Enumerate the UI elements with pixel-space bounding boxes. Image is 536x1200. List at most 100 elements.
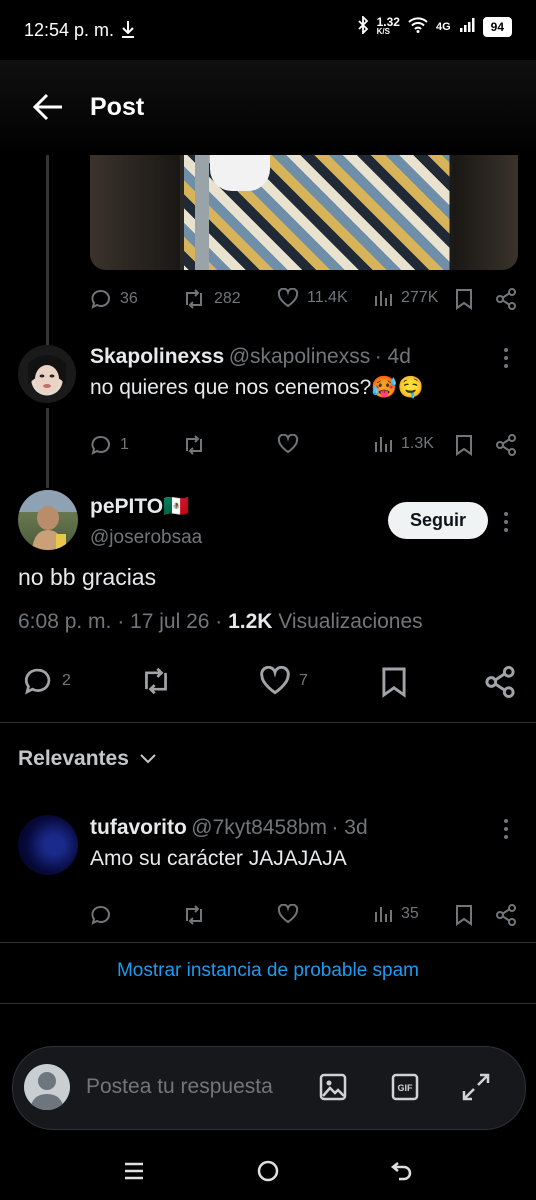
- views-count: 1.2K: [228, 610, 273, 633]
- wifi-icon: [408, 17, 428, 36]
- reply-input[interactable]: [84, 1074, 308, 1100]
- user-handle[interactable]: @joserobsaa: [90, 527, 202, 549]
- bookmark-icon: [456, 905, 472, 926]
- network-type: 4G: [435, 20, 451, 33]
- chevron-down-icon: [140, 754, 156, 764]
- post-time: · 3d: [331, 816, 368, 839]
- author-name-row: pePITO🇲🇽: [90, 495, 189, 519]
- bookmark-icon: [382, 667, 406, 698]
- views-button[interactable]: 277K: [373, 288, 438, 308]
- share-button[interactable]: [495, 904, 517, 926]
- media-wall: [90, 155, 180, 270]
- tweet-media-image[interactable]: [90, 155, 518, 270]
- reply-button[interactable]: 1: [90, 434, 129, 456]
- repost-icon: [145, 667, 167, 695]
- download-icon: [120, 18, 136, 45]
- more-options-icon[interactable]: [500, 346, 512, 376]
- views-button[interactable]: 1.3K: [373, 434, 434, 454]
- display-name[interactable]: pePITO🇲🇽: [90, 495, 189, 518]
- signal-icon: [459, 17, 475, 36]
- views-icon: [375, 437, 392, 452]
- status-time: 12:54 p. m.: [24, 20, 115, 40]
- bookmark-icon: [456, 435, 472, 456]
- repost-button[interactable]: 282: [182, 288, 241, 310]
- like-count: 11.4K: [307, 289, 348, 306]
- sort-label: Relevantes: [18, 747, 129, 770]
- heart-icon: [277, 434, 299, 454]
- like-button[interactable]: 11.4K: [277, 288, 348, 308]
- user-handle[interactable]: @7kyt8458bm: [191, 816, 327, 839]
- home-icon[interactable]: [256, 1159, 280, 1188]
- views-label: Visualizaciones: [272, 610, 423, 633]
- more-options-icon[interactable]: [500, 817, 512, 847]
- divider: [0, 722, 536, 723]
- divider: [0, 1003, 536, 1004]
- views-icon: [375, 907, 392, 922]
- bookmark-button[interactable]: [381, 666, 407, 698]
- repost-button[interactable]: [139, 666, 173, 696]
- like-button[interactable]: 7: [259, 666, 308, 696]
- views-button[interactable]: 35: [373, 904, 419, 924]
- bluetooth-icon: [357, 14, 369, 37]
- bookmark-button[interactable]: [455, 288, 473, 310]
- reply-button[interactable]: 2: [22, 666, 71, 696]
- reply-count: 36: [120, 290, 138, 307]
- avatar-face: [28, 355, 66, 393]
- repost-count: 282: [214, 290, 241, 307]
- reply-icon: [91, 290, 110, 309]
- reply-button[interactable]: [90, 904, 112, 926]
- tweet-text: Amo su carácter JAJAJAJA: [90, 847, 347, 870]
- reply-button[interactable]: 36: [90, 288, 138, 310]
- tweet-text: no quieres que nos cenemos?🥵🤤: [90, 376, 424, 399]
- user-avatar[interactable]: [24, 1064, 70, 1110]
- bookmark-button[interactable]: [455, 434, 473, 456]
- svg-text:GIF: GIF: [398, 1083, 414, 1093]
- share-icon: [496, 904, 516, 926]
- page-title: Post: [90, 93, 145, 121]
- status-icons: 1.32 K/S 4G 94: [357, 14, 512, 37]
- avatar[interactable]: [18, 345, 76, 403]
- share-button[interactable]: [495, 288, 517, 310]
- image-icon[interactable]: [319, 1073, 347, 1106]
- repost-button[interactable]: [182, 904, 206, 926]
- share-icon: [496, 288, 516, 310]
- like-button[interactable]: [277, 904, 299, 924]
- avatar[interactable]: [18, 490, 78, 550]
- share-icon: [496, 434, 516, 456]
- share-button[interactable]: [495, 434, 517, 456]
- reply-header: tufavorito @7kyt8458bm · 3d: [90, 816, 368, 840]
- divider: [0, 942, 536, 943]
- post-timestamp[interactable]: 6:08 p. m. · 17 jul 26 ·: [18, 610, 228, 633]
- sort-dropdown[interactable]: Relevantes: [18, 747, 157, 771]
- post-time: · 4d: [374, 345, 411, 368]
- avatar[interactable]: [18, 815, 78, 875]
- reply-header: Skapolinexss @skapolinexss · 4d: [90, 345, 411, 369]
- like-button[interactable]: [277, 434, 299, 454]
- back-icon[interactable]: [390, 1159, 414, 1188]
- media-wall: [454, 155, 518, 270]
- more-options-icon[interactable]: [500, 510, 512, 540]
- avatar-photo: [18, 490, 78, 550]
- bookmark-button[interactable]: [455, 904, 473, 926]
- bookmark-icon: [456, 289, 472, 310]
- media-chair-leg: [195, 155, 209, 270]
- display-name[interactable]: Skapolinexss: [90, 345, 224, 368]
- back-arrow-icon[interactable]: [32, 92, 64, 127]
- reply-count: 2: [62, 672, 71, 689]
- reply-count: 1: [120, 436, 129, 453]
- show-spam-link[interactable]: Mostrar instancia de probable spam: [0, 960, 536, 982]
- display-name[interactable]: tufavorito: [90, 816, 187, 839]
- repost-button[interactable]: [182, 434, 206, 456]
- header: [0, 60, 536, 155]
- menu-icon[interactable]: [123, 1160, 145, 1187]
- tweet-meta: 6:08 p. m. · 17 jul 26 · 1.2K Visualizac…: [18, 610, 423, 634]
- like-count: 7: [299, 672, 308, 689]
- user-handle[interactable]: @skapolinexss: [229, 345, 371, 368]
- share-icon: [485, 666, 515, 698]
- expand-icon[interactable]: [462, 1073, 490, 1106]
- follow-button[interactable]: Seguir: [388, 502, 488, 539]
- heart-icon: [260, 666, 290, 695]
- share-button[interactable]: [484, 666, 516, 698]
- repost-icon: [186, 435, 202, 455]
- gif-icon[interactable]: GIF: [391, 1073, 419, 1106]
